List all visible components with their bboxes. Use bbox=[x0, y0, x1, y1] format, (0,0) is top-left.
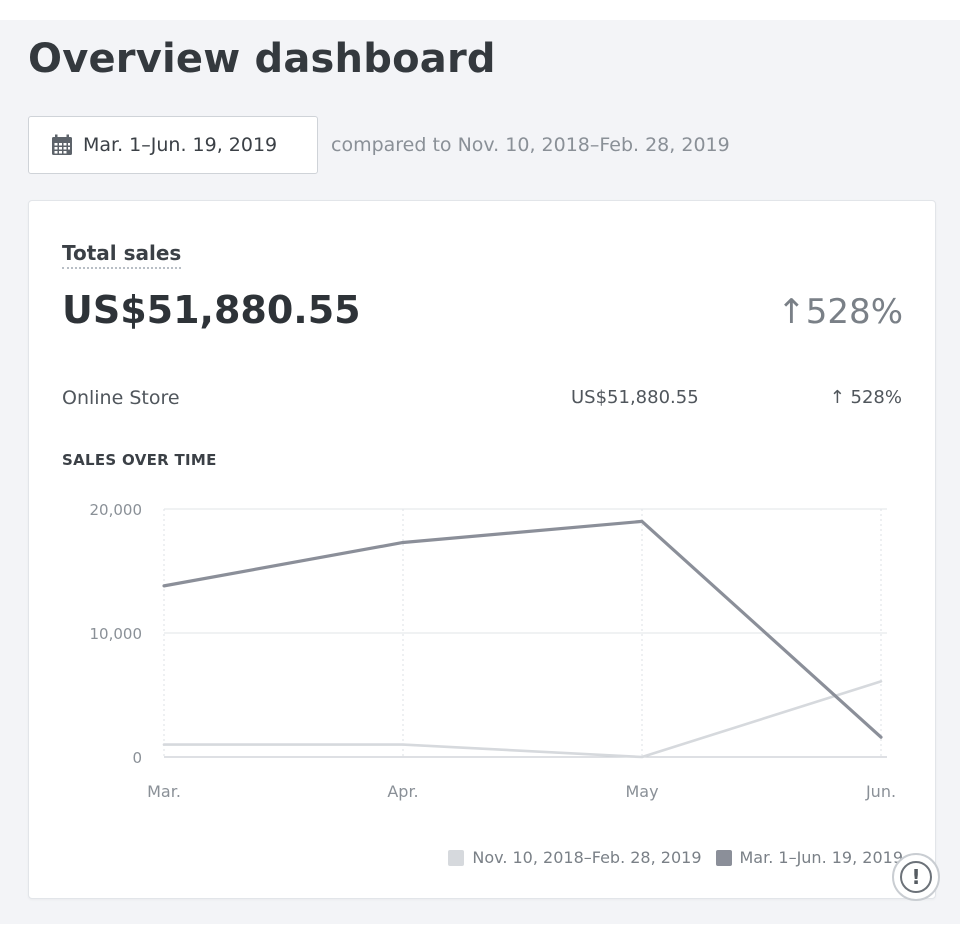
series-line-previous bbox=[162, 680, 883, 759]
y-tick-label: 20,000 bbox=[90, 501, 143, 519]
breakdown-change-value: 528% bbox=[850, 387, 902, 408]
x-tick-label: Apr. bbox=[387, 782, 418, 801]
total-sales-change-value: 528% bbox=[805, 292, 903, 332]
breakdown-value: US$51,880.55 bbox=[571, 387, 699, 408]
chart-heading: SALES OVER TIME bbox=[62, 451, 217, 469]
date-range-picker[interactable]: Mar. 1–Jun. 19, 2019 bbox=[28, 116, 318, 174]
y-tick-label: 10,000 bbox=[90, 625, 143, 643]
legend-swatch-previous bbox=[448, 849, 465, 866]
help-button[interactable]: ! bbox=[892, 853, 940, 901]
dashboard-page: Overview dashboard Mar. 1–Jun. 19, 2019 … bbox=[0, 20, 960, 924]
legend-label-current: Mar. 1–Jun. 19, 2019 bbox=[739, 848, 904, 867]
total-sales-card: Total sales US$51,880.55 ↑528% Online St… bbox=[28, 200, 936, 899]
page-title: Overview dashboard bbox=[28, 36, 496, 82]
legend-item-previous[interactable]: Nov. 10, 2018–Feb. 28, 2019 bbox=[448, 848, 702, 867]
calendar-icon bbox=[51, 134, 73, 156]
alert-icon: ! bbox=[900, 861, 932, 893]
x-tick-label: Mar. bbox=[147, 782, 181, 801]
arrow-up-icon: ↑ bbox=[777, 292, 806, 332]
chart-legend: Nov. 10, 2018–Feb. 28, 2019 Mar. 1–Jun. … bbox=[434, 848, 903, 867]
total-sales-change: ↑528% bbox=[777, 292, 903, 332]
legend-swatch-current bbox=[715, 849, 732, 866]
sales-over-time-chart: 0 10,000 20,000 Mar. Apr. May Jun. bbox=[90, 501, 897, 801]
total-sales-title[interactable]: Total sales bbox=[62, 241, 182, 269]
legend-label-previous: Nov. 10, 2018–Feb. 28, 2019 bbox=[472, 848, 702, 867]
breakdown-change: ↑ 528% bbox=[830, 387, 902, 408]
comparison-text: compared to Nov. 10, 2018–Feb. 28, 2019 bbox=[331, 134, 730, 156]
x-tick-label: Jun. bbox=[865, 782, 896, 801]
arrow-up-icon: ↑ bbox=[829, 387, 851, 408]
breakdown-label: Online Store bbox=[62, 387, 180, 409]
total-sales-value: US$51,880.55 bbox=[62, 288, 361, 332]
y-tick-label: 0 bbox=[132, 749, 142, 767]
x-tick-label: May bbox=[625, 782, 658, 801]
series-line-current bbox=[162, 519, 883, 739]
legend-item-current[interactable]: Mar. 1–Jun. 19, 2019 bbox=[715, 848, 904, 867]
date-range-label: Mar. 1–Jun. 19, 2019 bbox=[83, 134, 278, 156]
